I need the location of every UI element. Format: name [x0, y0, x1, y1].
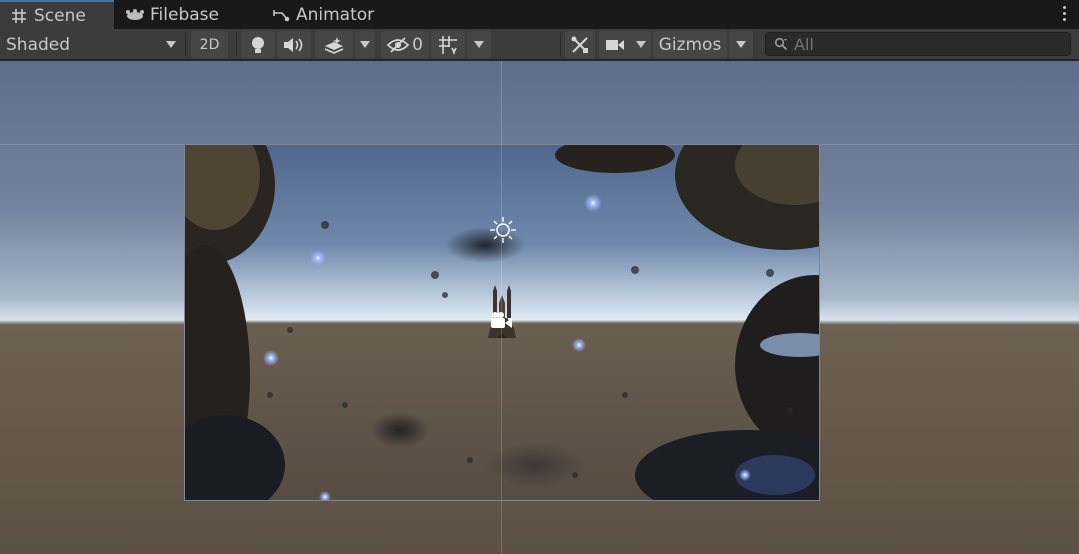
divider [185, 33, 186, 56]
divider [560, 33, 561, 56]
tab-animator-label: Animator [296, 4, 375, 25]
audio-toggle-button[interactable] [277, 31, 311, 58]
effects-toggle-button[interactable] [315, 31, 353, 58]
tab-scene-label: Scene [34, 5, 86, 26]
animator-icon [270, 7, 292, 23]
grid-dropdown[interactable] [467, 31, 491, 58]
shading-mode-label: Shaded [6, 34, 71, 55]
chevron-down-icon [635, 41, 646, 48]
chevron-down-icon [360, 41, 370, 48]
effects-layers-icon [324, 36, 344, 54]
tools-toggle-button[interactable] [565, 31, 595, 58]
camera-icon [605, 39, 624, 50]
gizmos-label: Gizmos [658, 34, 722, 55]
chevron-down-icon [474, 41, 484, 48]
scene-viewport[interactable] [0, 61, 1079, 554]
scene-search-field[interactable] [765, 32, 1071, 56]
tools-icon [571, 36, 588, 53]
search-icon [774, 37, 788, 51]
chevron-down-icon [736, 41, 746, 48]
space-background [185, 145, 819, 500]
search-input[interactable] [794, 34, 1064, 54]
chevron-down-icon [166, 41, 176, 48]
filebase-icon [124, 8, 146, 22]
tab-bar: Scene Filebase Animator [0, 0, 1079, 29]
divider [236, 33, 237, 56]
more-options-icon[interactable] [1061, 6, 1067, 24]
effects-dropdown[interactable] [355, 31, 375, 58]
speaker-icon [284, 37, 303, 52]
scene-toolbar: Shaded 2D 0 Gizmos [0, 29, 1079, 60]
tab-filebase-label: Filebase [150, 4, 219, 25]
gizmos-dropdown[interactable] [729, 31, 753, 58]
grid-snap-icon [439, 35, 457, 54]
grid-line [501, 61, 502, 554]
hidden-eye-icon [387, 36, 410, 53]
tab-scene[interactable]: Scene [0, 0, 114, 29]
toggle-2d-button[interactable]: 2D [191, 31, 228, 58]
camera-settings-dropdown[interactable] [599, 31, 651, 58]
gizmos-button[interactable]: Gizmos [653, 31, 727, 58]
toggle-2d-label: 2D [199, 36, 220, 53]
shading-mode-dropdown[interactable]: Shaded [0, 31, 184, 58]
tab-animator[interactable]: Animator [270, 0, 400, 29]
tab-filebase[interactable]: Filebase [124, 0, 254, 29]
grid-snapping-button[interactable] [431, 31, 465, 58]
camera-view-frame [184, 144, 820, 501]
scene-visibility-button[interactable]: 0 [381, 31, 429, 58]
grid-icon [8, 8, 30, 24]
lighting-toggle-button[interactable] [241, 31, 275, 58]
lightbulb-icon [252, 36, 264, 53]
hidden-objects-count: 0 [412, 34, 423, 55]
